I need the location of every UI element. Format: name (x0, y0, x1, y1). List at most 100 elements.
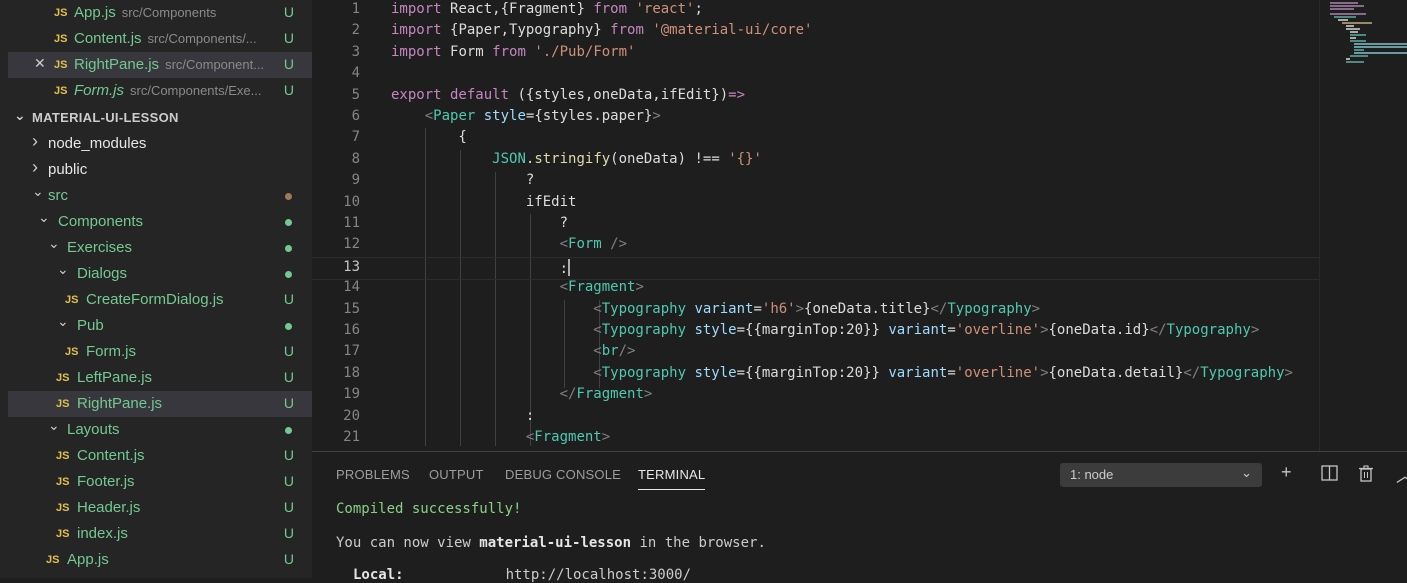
tree-file-item[interactable]: JS Content.js U (8, 443, 312, 469)
chevron-down-icon: ⌄ (38, 209, 50, 225)
code-line[interactable]: 10 ifEdit (312, 193, 1319, 214)
tree-folder-item[interactable]: › public (8, 157, 312, 183)
code-line[interactable]: 18 <Typography style={{marginTop:20}} va… (312, 364, 1319, 385)
js-file-icon: JS (54, 33, 68, 45)
code-line[interactable]: 15 <Typography variant='h6'>{oneData.tit… (312, 300, 1319, 321)
tab-problems[interactable]: PROBLEMS (336, 467, 410, 482)
code-text: JSON.stringify(oneData) !== '{}' (391, 151, 762, 167)
js-file-icon: JS (56, 372, 70, 384)
tree-folder-item[interactable]: ⌄ Exercises (8, 235, 312, 261)
tree-file-item[interactable]: JS Footer.js U (8, 469, 312, 495)
code-token: './Pub/Form' (534, 44, 636, 60)
code-text: import Form from './Pub/Form' (391, 44, 635, 60)
minimap-line (1330, 2, 1358, 4)
code-text: <Typography style={{marginTop:20}} varia… (391, 365, 1293, 381)
code-line[interactable]: 13 : (312, 257, 1319, 280)
tree-folder-item[interactable]: ⌄ Components (8, 209, 312, 235)
text-cursor (568, 259, 571, 276)
open-editor-item[interactable]: JS Content.js src/Components/... U (8, 26, 312, 52)
minimap-line (1354, 43, 1407, 45)
js-file-icon: JS (54, 59, 68, 71)
code-line[interactable]: 3 import Form from './Pub/Form' (312, 43, 1319, 64)
project-section-header[interactable]: ⌄ MATERIAL-UI-LESSON (8, 104, 312, 130)
tree-file-item[interactable]: JS App.js U (8, 547, 312, 573)
line-number: 12 (343, 236, 360, 252)
line-number: 11 (343, 215, 360, 231)
trash-icon[interactable] (1358, 465, 1374, 487)
code-line[interactable]: 7 { (312, 128, 1319, 149)
tree-file-item[interactable]: JS Form.js U (8, 339, 312, 365)
tree-folder-item[interactable]: ⌄ Dialogs (8, 261, 312, 287)
tree-file-item[interactable]: JS RightPane.js U (8, 391, 312, 417)
line-number: 14 (343, 279, 360, 295)
open-editor-label: RightPane.js src/Component... (74, 56, 284, 73)
code-line[interactable]: 12 <Form /> (312, 235, 1319, 256)
tab-output[interactable]: OUTPUT (429, 467, 484, 482)
code-token: { (391, 129, 467, 145)
line-number: 18 (343, 365, 360, 381)
js-file-icon: JS (56, 450, 70, 462)
tree-item-label: Form.js (86, 343, 136, 360)
js-file-icon: JS (54, 7, 68, 19)
close-icon[interactable]: ✕ (34, 55, 46, 72)
code-line[interactable]: 17 <br/> (312, 342, 1319, 363)
open-editor-item[interactable]: JS App.js src/Components U (8, 0, 312, 26)
code-token: JSON (492, 151, 526, 167)
tree-file-item[interactable]: JS LeftPane.js U (8, 365, 312, 391)
line-number: 19 (343, 386, 360, 402)
terminal-select[interactable]: 1: node ⌄ (1060, 463, 1262, 487)
code-line[interactable]: 8 JSON.stringify(oneData) !== '{}' (312, 150, 1319, 171)
code-line[interactable]: 11 ? (312, 214, 1319, 235)
js-file-icon: JS (56, 502, 70, 514)
code-token: {oneData.detail} (1048, 365, 1184, 381)
code-line[interactable]: 4 (312, 64, 1319, 85)
code-token: {oneData.title} (804, 301, 931, 317)
tree-folder-item[interactable]: ⌄ Layouts (8, 417, 312, 443)
code-token: ? (391, 215, 569, 231)
add-terminal-icon[interactable]: + (1281, 462, 1292, 483)
code-editor[interactable]: 1 import React,{Fragment} from 'react'; 2 i… (312, 0, 1319, 451)
tree-item-label: Components (58, 213, 144, 230)
code-line[interactable]: 14 <Fragment> (312, 278, 1319, 299)
minimap-line (1334, 16, 1356, 18)
tree-file-item[interactable]: JS CreateFormDialog.js U (8, 287, 312, 313)
code-line[interactable]: 2 import {Paper,Typography} from '@materi… (312, 21, 1319, 42)
terminal-local-url[interactable]: http://localhost:3000/ (506, 567, 691, 583)
minimap-line (1350, 34, 1366, 36)
tree-folder-item[interactable]: ⌄ Pub (8, 313, 312, 339)
tree-file-item[interactable]: JS Header.js U (8, 495, 312, 521)
chevron-down-icon: ⌄ (32, 183, 44, 199)
code-line[interactable]: 19 </Fragment> (312, 385, 1319, 406)
open-editor-item[interactable]: ✕ JS RightPane.js src/Component... U (8, 52, 312, 78)
code-line[interactable]: 1 import React,{Fragment} from 'react'; (312, 0, 1319, 21)
modified-dot-icon (285, 193, 292, 200)
modified-dot-icon (285, 427, 292, 434)
code-line[interactable]: 5 export default ({styles,oneData,ifEdit}… (312, 86, 1319, 107)
tree-file-item[interactable]: JS index.js U (8, 521, 312, 547)
split-icon[interactable] (1321, 465, 1338, 486)
code-line[interactable]: 21 <Fragment> (312, 428, 1319, 449)
explorer-sidebar: JS App.js src/Components U JS Content.js src/C… (0, 0, 312, 578)
open-editor-item[interactable]: JS Form.js src/Components/Exe... U (8, 78, 312, 104)
tree-folder-item[interactable]: › node_modules (8, 131, 312, 157)
code-token: ifEdit (391, 194, 577, 210)
minimap[interactable] (1319, 0, 1407, 451)
code-token: from (593, 1, 636, 17)
code-line[interactable]: 20 : (312, 407, 1319, 428)
code-token: < (391, 301, 602, 317)
code-token: Typography (601, 301, 695, 317)
tree-item-label: Layouts (67, 421, 120, 438)
code-token: Paper (433, 108, 484, 124)
tree-folder-item[interactable]: ⌄ src (8, 183, 312, 209)
git-status-badge: U (283, 499, 294, 515)
minimap-line (1330, 13, 1366, 15)
tab-terminal[interactable]: TERMINAL (638, 467, 706, 490)
code-line[interactable]: 16 <Typography style={{marginTop:20}} va… (312, 321, 1319, 342)
code-line[interactable]: 9 ? (312, 171, 1319, 192)
chevron-up-icon[interactable]: ︿ (1396, 462, 1407, 488)
tab-debug-console[interactable]: DEBUG CONSOLE (505, 467, 621, 482)
code-line[interactable]: 6 <Paper style={styles.paper}> (312, 107, 1319, 128)
code-token: > (643, 386, 653, 402)
open-editor-filename: RightPane.js (74, 56, 160, 73)
